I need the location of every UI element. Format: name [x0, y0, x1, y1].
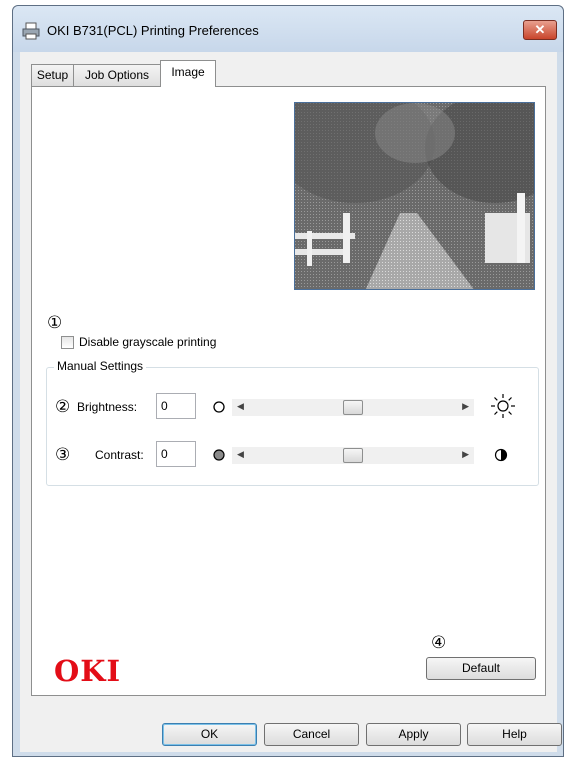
- slider-left-arrow-icon[interactable]: ◀: [237, 449, 244, 460]
- marker-2: ②: [55, 397, 71, 417]
- cancel-button[interactable]: Cancel: [264, 723, 359, 746]
- title-bar[interactable]: OKI B731(PCL) Printing Preferences ✕: [13, 6, 563, 52]
- contrast-slider[interactable]: ◀ ▶: [232, 447, 474, 464]
- hollow-circle-icon: [213, 401, 225, 413]
- slider-right-arrow-icon[interactable]: ▶: [462, 401, 469, 412]
- sun-icon: [491, 394, 515, 418]
- close-button[interactable]: ✕: [523, 20, 557, 40]
- manual-settings-group: [46, 367, 539, 486]
- slider-right-arrow-icon[interactable]: ▶: [462, 449, 469, 460]
- contrast-label: Contrast:: [95, 448, 144, 462]
- ok-button[interactable]: OK: [162, 723, 257, 746]
- manual-settings-title: Manual Settings: [54, 359, 147, 373]
- apply-button[interactable]: Apply: [366, 723, 461, 746]
- tab-job-options[interactable]: Job Options: [73, 64, 161, 86]
- marker-3: ③: [55, 445, 71, 465]
- default-button[interactable]: Default: [426, 657, 536, 680]
- image-preview: [294, 102, 535, 290]
- gray-circle-icon: [213, 449, 225, 461]
- brightness-slider-thumb[interactable]: [343, 400, 363, 415]
- disable-grayscale-checkbox[interactable]: [61, 336, 74, 349]
- contrast-slider-thumb[interactable]: [343, 448, 363, 463]
- contrast-value-field[interactable]: 0: [156, 441, 196, 467]
- country-road-preview-image: [295, 103, 534, 289]
- slider-left-arrow-icon[interactable]: ◀: [237, 401, 244, 412]
- tab-image[interactable]: Image: [160, 60, 216, 87]
- help-button[interactable]: Help: [467, 723, 562, 746]
- brightness-label: Brightness:: [77, 400, 138, 414]
- window-title: OKI B731(PCL) Printing Preferences: [47, 23, 259, 38]
- brightness-value-field[interactable]: 0: [156, 393, 196, 419]
- oki-logo: OKI: [54, 654, 122, 688]
- brightness-slider[interactable]: ◀ ▶: [232, 399, 474, 416]
- printer-icon: [22, 22, 40, 40]
- marker-4: ④: [431, 633, 447, 653]
- disable-grayscale-label[interactable]: Disable grayscale printing: [79, 335, 216, 349]
- marker-1: ①: [47, 313, 63, 333]
- printing-preferences-window: OKI B731(PCL) Printing Preferences ✕ Set…: [12, 5, 564, 757]
- tab-setup[interactable]: Setup: [31, 64, 74, 86]
- image-tab-panel: ① Disable grayscale printing Manual Sett…: [31, 86, 546, 696]
- half-circle-icon: [494, 448, 508, 462]
- dialog-client-area: Setup Job Options Image ① Disable graysc…: [20, 52, 562, 752]
